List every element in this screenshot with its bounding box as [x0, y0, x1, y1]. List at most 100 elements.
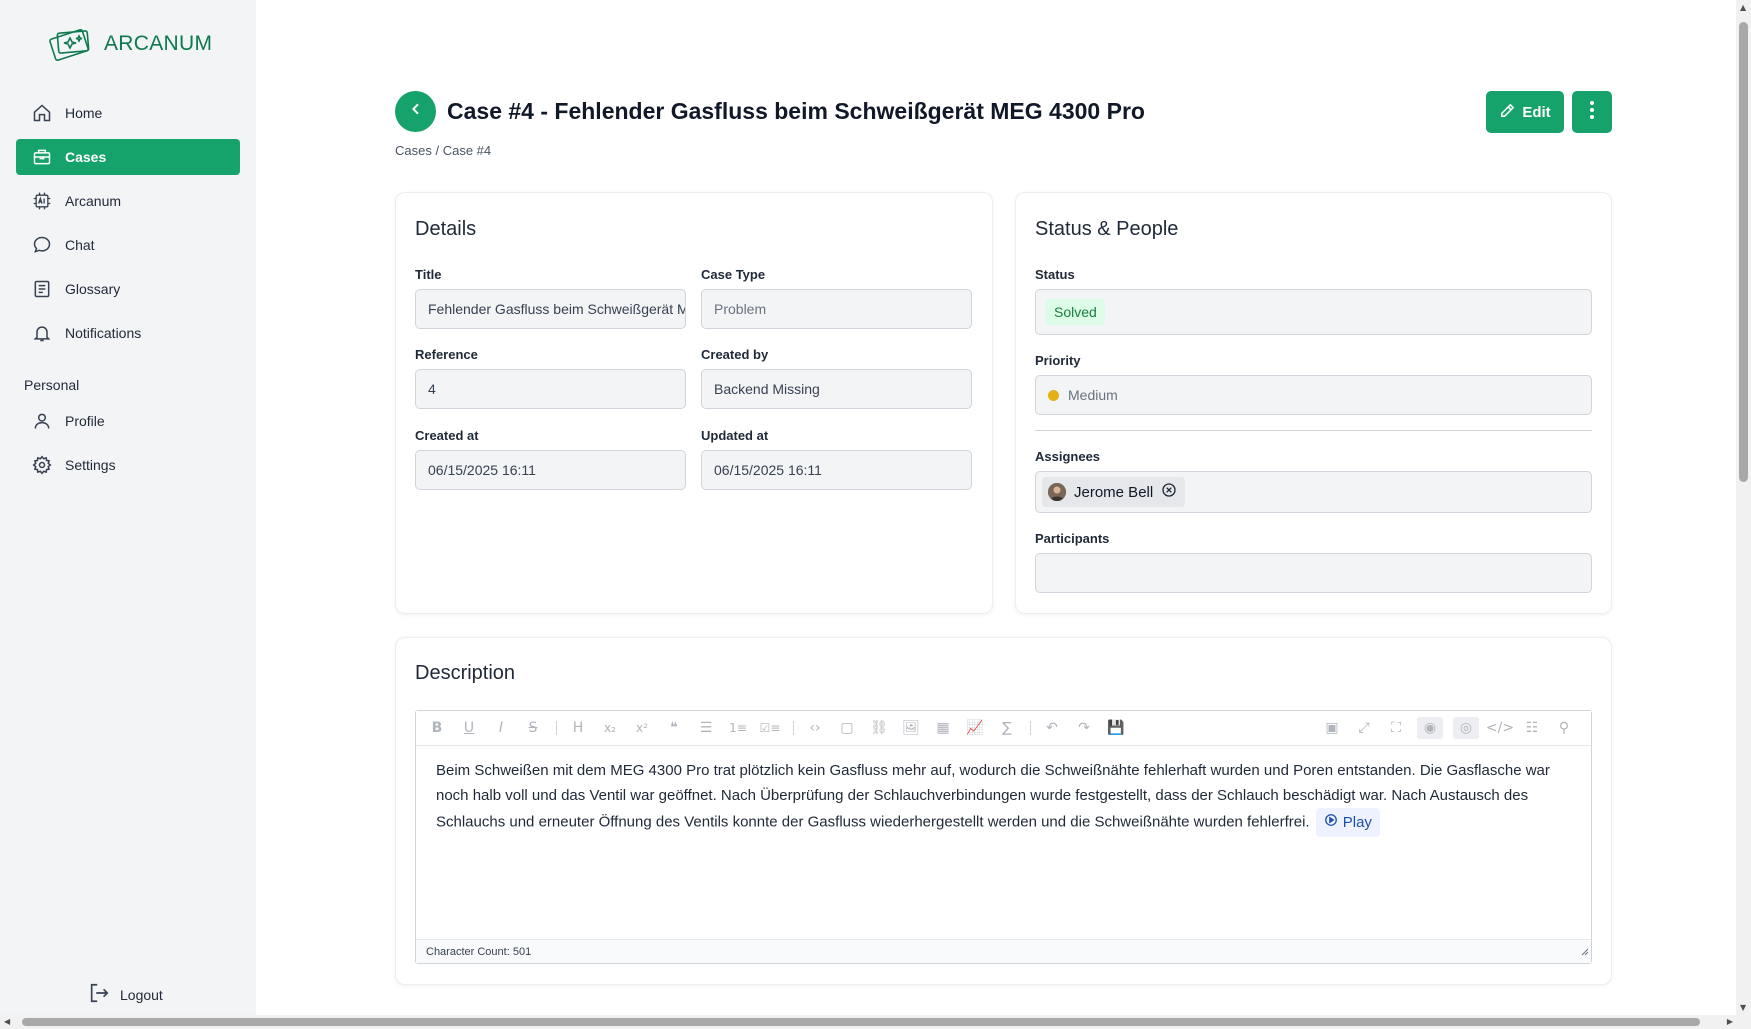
formula-icon[interactable]: ∑ [996, 717, 1018, 739]
title-field[interactable]: Fehlender Gasfluss beim Schweißgerät MEG… [415, 289, 686, 329]
play-button[interactable]: Play [1315, 808, 1380, 837]
sidebar-item-chat[interactable]: Chat [16, 227, 240, 263]
page-fullscreen-icon[interactable]: ⛶ [1385, 717, 1407, 739]
sidebar-item-settings[interactable]: Settings [16, 447, 240, 483]
more-options-button[interactable] [1572, 91, 1612, 133]
editor-footer: Character Count: 501 [416, 939, 1591, 963]
status-people-heading: Status & People [1035, 218, 1179, 240]
sidebar-item-label: Arcanum [65, 193, 122, 209]
case-type-field[interactable]: Problem [701, 289, 972, 329]
reference-field[interactable]: 4 [415, 369, 686, 409]
code-icon[interactable]: ‹› [804, 717, 826, 739]
strikethrough-icon[interactable]: S [522, 717, 544, 739]
participants-field[interactable] [1035, 553, 1592, 593]
preview-icon[interactable]: ◉ [1417, 717, 1443, 739]
sidebar-item-label: Notifications [65, 325, 142, 341]
user-icon [31, 410, 53, 432]
superscript-icon[interactable]: x² [631, 717, 653, 739]
remove-assignee-icon[interactable] [1161, 482, 1177, 502]
vertical-scrollbar[interactable]: ▲ ▼ [1736, 0, 1751, 1015]
case-title: - Fehlender Gasfluss beim Schweißgerät M… [533, 98, 1145, 124]
edit-label: Edit [1522, 103, 1551, 121]
edit-button[interactable]: Edit [1486, 91, 1564, 133]
gear-icon [31, 454, 53, 476]
github-icon[interactable]: ⚲ [1553, 717, 1575, 739]
heading-icon[interactable]: H [567, 717, 589, 739]
logout-button[interactable]: Logout [88, 982, 163, 1007]
editor-content[interactable]: Beim Schweißen mit dem MEG 4300 Pro trat… [416, 746, 1591, 941]
image-icon[interactable]: 🖼 [900, 717, 922, 739]
bullet-list-icon[interactable]: ☰ [695, 717, 717, 739]
pencil-icon [1499, 102, 1516, 123]
bold-icon[interactable]: B [426, 717, 448, 739]
sidebar-item-label: Cases [65, 149, 107, 165]
ai-chip-icon [31, 190, 53, 212]
link-icon[interactable]: ⛓ [868, 717, 890, 739]
toc-icon[interactable]: ▣ [1321, 717, 1343, 739]
created-by-field[interactable]: Backend Missing [701, 369, 972, 409]
sidebar-item-home[interactable]: Home [16, 95, 240, 131]
status-select[interactable]: Solved [1035, 289, 1592, 335]
fullscreen-icon[interactable]: ⤢ [1353, 717, 1375, 739]
italic-icon[interactable]: I [490, 717, 512, 739]
save-icon[interactable]: 💾 [1105, 717, 1127, 739]
scroll-down-icon[interactable]: ▼ [1740, 1003, 1746, 1012]
html-preview-icon[interactable]: </> [1486, 717, 1514, 739]
sidebar-item-notifications[interactable]: Notifications [16, 315, 240, 351]
sidebar-item-glossary[interactable]: Glossary [16, 271, 240, 307]
brand-name: ARCANUM [104, 32, 213, 55]
ordered-list-icon[interactable]: 1≡ [727, 717, 749, 739]
details-heading: Details [415, 218, 477, 240]
chevron-left-icon [408, 101, 424, 122]
priority-label: Priority [1035, 353, 1081, 368]
priority-select[interactable]: Medium [1035, 375, 1592, 415]
scroll-right-icon[interactable]: ▶ [1727, 1017, 1733, 1026]
redo-icon[interactable]: ↷ [1073, 717, 1095, 739]
assignees-field[interactable]: Jerome Bell [1035, 471, 1592, 513]
quote-icon[interactable]: ❝ [663, 717, 685, 739]
vertical-scroll-thumb[interactable] [1739, 22, 1748, 482]
kebab-menu-icon [1589, 100, 1595, 125]
breadcrumb-current: Case #4 [442, 143, 492, 158]
char-count-value: 501 [512, 945, 532, 958]
underline-icon[interactable]: U [458, 717, 480, 739]
toolbar-separator [793, 721, 794, 735]
description-heading: Description [415, 662, 516, 684]
back-button[interactable] [395, 91, 436, 132]
page-title: Case #4 - Fehlender Gasfluss beim Schwei… [447, 98, 1145, 125]
catalog-icon[interactable]: ☷ [1521, 717, 1543, 739]
editor-toolbar: B U I S H x₂ x² ❝ ☰ 1≡ ☑≡ ‹› ▢ ⛓ 🖼 ▦ 📈 ∑… [416, 711, 1591, 746]
sidebar: ARCANUM Home Cases Arcanum Chat Glossary… [0, 0, 256, 1015]
details-card: Details Title Fehlender Gasfluss beim Sc… [395, 192, 993, 614]
horizontal-scroll-thumb[interactable] [22, 1018, 1700, 1026]
table-icon[interactable]: ▦ [932, 717, 954, 739]
priority-value: Medium [1068, 387, 1118, 403]
case-type-label: Case Type [701, 267, 766, 282]
scroll-up-icon[interactable]: ▲ [1740, 3, 1746, 12]
horizontal-scrollbar[interactable]: ◀ ▶ [0, 1015, 1751, 1029]
case-number: Case #4 [447, 98, 534, 124]
created-at-field[interactable]: 06/15/2025 16:11 [415, 450, 686, 490]
undo-icon[interactable]: ↶ [1041, 717, 1063, 739]
sidebar-item-cases[interactable]: Cases [16, 139, 240, 175]
toolbar-right-group: ▣ ⤢ ⛶ ◉ ◎ </> ☷ ⚲ [1321, 717, 1585, 739]
subscript-icon[interactable]: x₂ [599, 717, 621, 739]
home-icon [31, 102, 53, 124]
breadcrumb-separator: / [431, 143, 443, 158]
assignee-chip: Jerome Bell [1042, 477, 1186, 507]
sidebar-item-arcanum[interactable]: Arcanum [16, 183, 240, 219]
resize-handle-icon[interactable] [1580, 943, 1589, 961]
title-label: Title [415, 267, 442, 282]
breadcrumb: Cases / Case #4 [395, 143, 491, 158]
preview-only-icon[interactable]: ◎ [1453, 717, 1479, 739]
task-list-icon[interactable]: ☑≡ [759, 717, 781, 739]
sidebar-item-profile[interactable]: Profile [16, 403, 240, 439]
scroll-left-icon[interactable]: ◀ [4, 1017, 10, 1026]
status-label: Status [1035, 267, 1075, 282]
logout-label: Logout [120, 986, 163, 1003]
breadcrumb-cases[interactable]: Cases [395, 143, 432, 158]
updated-at-field[interactable]: 06/15/2025 16:11 [701, 450, 972, 490]
chart-icon[interactable]: 📈 [964, 717, 986, 739]
brand[interactable]: ARCANUM [48, 24, 212, 64]
code-block-icon[interactable]: ▢ [836, 717, 858, 739]
